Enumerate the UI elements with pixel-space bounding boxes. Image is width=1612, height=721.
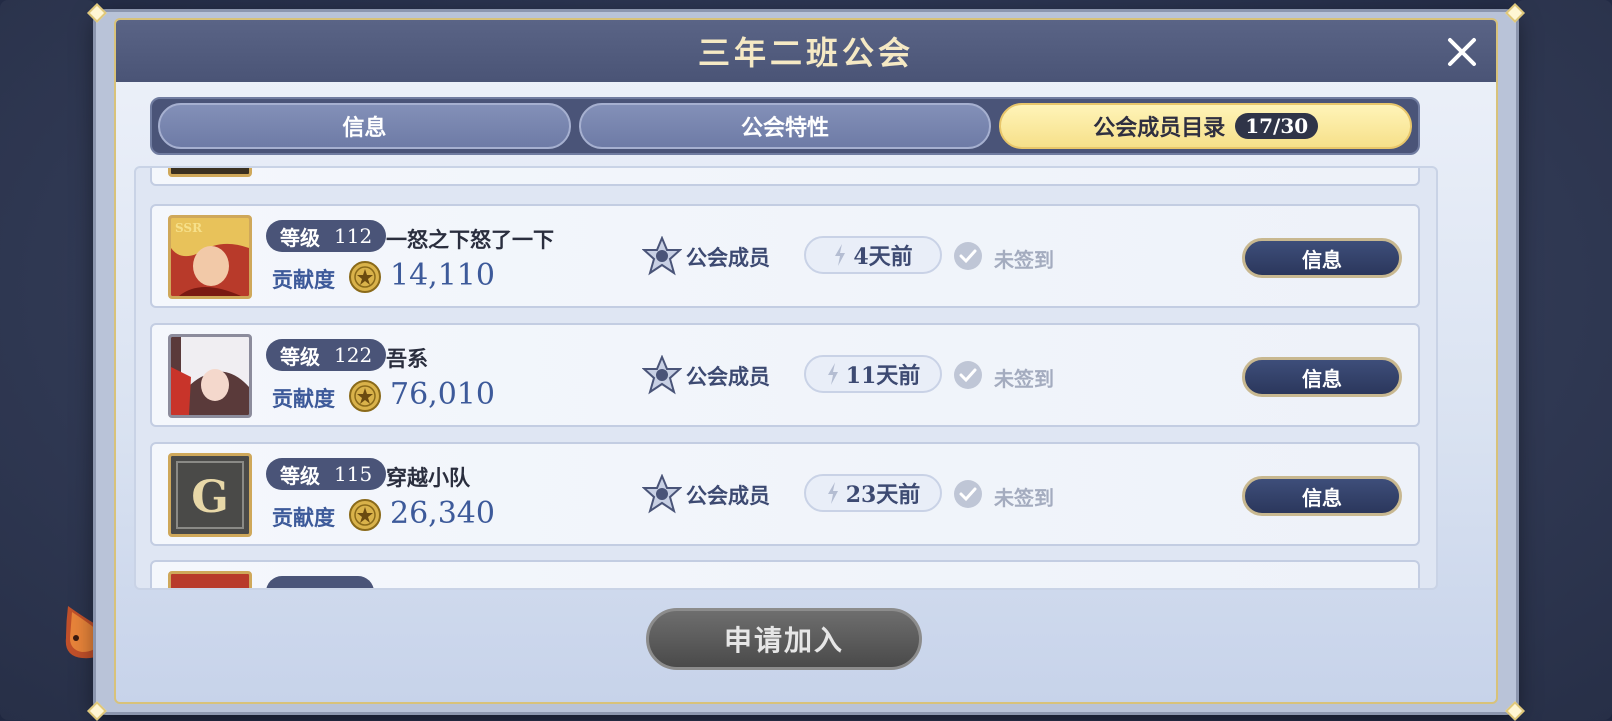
avatar: G bbox=[168, 453, 252, 537]
avatar: SSR bbox=[168, 215, 252, 299]
background-panel-right bbox=[1516, 0, 1612, 720]
last-online-text: 11天前 bbox=[845, 363, 921, 389]
level-label: 等级 bbox=[280, 225, 320, 250]
level-pill: 等级 112 bbox=[266, 220, 387, 252]
contribution-value: 26,340 bbox=[390, 496, 495, 531]
tab-label: 公会成员目录 bbox=[1093, 116, 1226, 141]
level-label: 等级 bbox=[280, 463, 320, 488]
level-pill bbox=[266, 576, 374, 588]
checkmark-icon bbox=[954, 242, 982, 270]
guild-g-emblem-icon: G bbox=[171, 456, 249, 534]
tab-label: 信息 bbox=[342, 116, 387, 141]
member-row: SSR 等级 112 一怒之下怒了一下 贡献度 14,110 公会成员 4天前 … bbox=[150, 204, 1420, 308]
white-haired-demon-avatar-icon bbox=[171, 337, 249, 415]
member-name: 穿越小队 bbox=[386, 466, 470, 490]
list-row-partial bbox=[150, 560, 1420, 588]
apply-join-button[interactable]: 申请加入 bbox=[646, 608, 922, 670]
contribution-label: 贡献度 bbox=[272, 387, 335, 411]
red-haired-elf-avatar-icon: SSR bbox=[171, 218, 249, 296]
member-row: 等级 122 吾系 贡献度 76,010 公会成员 11天前 未签到 信息 bbox=[150, 323, 1420, 427]
member-name: 一怒之下怒了一下 bbox=[386, 228, 554, 252]
member-row: G 等级 115 穿越小队 贡献度 26,340 公会成员 23天前 未签到 信… bbox=[150, 442, 1420, 546]
contribution-label: 贡献度 bbox=[272, 506, 335, 530]
coin-icon bbox=[349, 261, 381, 293]
dialog-title: 三年二班公会 bbox=[697, 34, 914, 72]
guild-member-badge-icon bbox=[642, 355, 682, 395]
lightning-icon bbox=[835, 244, 846, 266]
lightning-icon bbox=[827, 482, 838, 504]
contribution-label: 贡献度 bbox=[272, 268, 335, 292]
checkmark-icon bbox=[954, 361, 982, 389]
level-pill: 等级 122 bbox=[266, 339, 387, 371]
last-online-pill: 23天前 bbox=[804, 474, 942, 512]
member-count-badge: 17/30 bbox=[1235, 113, 1319, 139]
member-list[interactable]: SSR 等级 112 一怒之下怒了一下 贡献度 14,110 公会成员 4天前 … bbox=[134, 166, 1438, 590]
signin-status: 未签到 bbox=[994, 367, 1054, 391]
tab-member-list[interactable]: 公会成员目录 17/30 bbox=[999, 103, 1413, 149]
guild-member-badge-icon bbox=[642, 474, 682, 514]
member-info-button[interactable]: 信息 bbox=[1242, 476, 1402, 516]
list-row-partial bbox=[150, 168, 1420, 186]
avatar bbox=[168, 334, 252, 418]
signin-status: 未签到 bbox=[994, 248, 1054, 272]
svg-text:G: G bbox=[191, 472, 229, 523]
guild-dialog: 三年二班公会 信息 公会特性 公会成员目录 17/30 SSR 等级 112 一… bbox=[87, 3, 1525, 721]
level-pill: 等级 115 bbox=[266, 458, 387, 490]
member-role: 公会成员 bbox=[686, 365, 770, 389]
avatar bbox=[168, 168, 252, 177]
tab-guild-traits[interactable]: 公会特性 bbox=[578, 103, 992, 149]
last-online-pill: 11天前 bbox=[804, 355, 942, 393]
title-bar: 三年二班公会 bbox=[116, 20, 1496, 82]
level-value: 115 bbox=[334, 462, 373, 486]
guild-member-badge-icon bbox=[642, 236, 682, 276]
avatar bbox=[168, 571, 252, 588]
last-online-text: 4天前 bbox=[853, 244, 913, 270]
coin-icon bbox=[349, 380, 381, 412]
member-role: 公会成员 bbox=[686, 484, 770, 508]
last-online-text: 23天前 bbox=[845, 482, 921, 508]
signin-status: 未签到 bbox=[994, 486, 1054, 510]
contribution-value: 76,010 bbox=[390, 377, 495, 412]
last-online-pill: 4天前 bbox=[804, 236, 942, 274]
level-label: 等级 bbox=[280, 344, 320, 369]
member-info-button[interactable]: 信息 bbox=[1242, 238, 1402, 278]
member-name: 吾系 bbox=[386, 347, 428, 371]
tab-bar: 信息 公会特性 公会成员目录 17/30 bbox=[150, 97, 1420, 155]
tab-label: 公会特性 bbox=[741, 116, 830, 141]
level-value: 122 bbox=[334, 343, 373, 367]
lightning-icon bbox=[827, 363, 838, 385]
coin-icon bbox=[349, 499, 381, 531]
close-icon[interactable] bbox=[1442, 32, 1482, 72]
dialog-body: 三年二班公会 信息 公会特性 公会成员目录 17/30 SSR 等级 112 一… bbox=[114, 18, 1498, 704]
checkmark-icon bbox=[954, 480, 982, 508]
svg-text:SSR: SSR bbox=[175, 221, 203, 235]
member-info-button[interactable]: 信息 bbox=[1242, 357, 1402, 397]
level-value: 112 bbox=[334, 224, 373, 248]
tab-info[interactable]: 信息 bbox=[158, 103, 571, 149]
member-role: 公会成员 bbox=[686, 246, 770, 270]
contribution-value: 14,110 bbox=[390, 258, 495, 293]
